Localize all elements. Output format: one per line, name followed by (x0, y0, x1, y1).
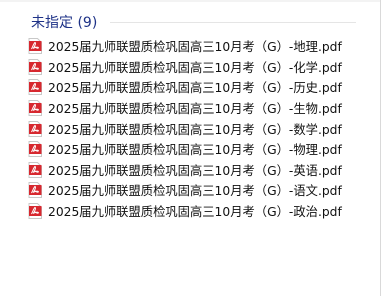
group-header-unassigned[interactable]: 未指定 (9) (31, 11, 97, 33)
pdf-file-icon (28, 120, 42, 137)
group-title: 未指定 (9) (31, 15, 98, 31)
file-name: 2025届九师联盟质检巩固高三10月考（G）-数学.pdf (48, 122, 342, 137)
file-list: 2025届九师联盟质检巩固高三10月考（G）-地理.pdf 2025届九师联盟质… (28, 36, 348, 221)
file-name: 2025届九师联盟质检巩固高三10月考（G）-历史.pdf (48, 81, 342, 96)
window-top-edge (0, 0, 380, 2)
file-item[interactable]: 2025届九师联盟质检巩固高三10月考（G）-数学.pdf (28, 118, 348, 139)
file-name: 2025届九师联盟质检巩固高三10月考（G）-地理.pdf (48, 40, 342, 55)
pdf-file-icon (28, 58, 42, 75)
file-name: 2025届九师联盟质检巩固高三10月考（G）-英语.pdf (48, 163, 342, 178)
pdf-file-icon (28, 161, 42, 178)
file-name: 2025届九师联盟质检巩固高三10月考（G）-化学.pdf (48, 60, 342, 75)
file-item[interactable]: 2025届九师联盟质检巩固高三10月考（G）-生物.pdf (28, 98, 348, 119)
file-item[interactable]: 2025届九师联盟质检巩固高三10月考（G）-政治.pdf (28, 201, 348, 222)
file-item[interactable]: 2025届九师联盟质检巩固高三10月考（G）-语文.pdf (28, 180, 348, 201)
pdf-file-icon (28, 100, 42, 117)
group-divider (110, 22, 356, 23)
pdf-file-icon (28, 38, 42, 55)
file-item[interactable]: 2025届九师联盟质检巩固高三10月考（G）-历史.pdf (28, 77, 348, 98)
file-item[interactable]: 2025届九师联盟质检巩固高三10月考（G）-化学.pdf (28, 57, 348, 78)
file-name: 2025届九师联盟质检巩固高三10月考（G）-语文.pdf (48, 184, 342, 199)
file-name: 2025届九师联盟质检巩固高三10月考（G）-物理.pdf (48, 143, 342, 158)
file-name: 2025届九师联盟质检巩固高三10月考（G）-政治.pdf (48, 205, 342, 220)
file-item[interactable]: 2025届九师联盟质检巩固高三10月考（G）-英语.pdf (28, 160, 348, 181)
pdf-file-icon (28, 141, 42, 158)
window-right-edge (380, 0, 386, 296)
pdf-file-icon (28, 203, 42, 220)
file-item[interactable]: 2025届九师联盟质检巩固高三10月考（G）-物理.pdf (28, 139, 348, 160)
pdf-file-icon (28, 182, 42, 199)
file-name: 2025届九师联盟质检巩固高三10月考（G）-生物.pdf (48, 102, 342, 117)
pdf-file-icon (28, 79, 42, 96)
file-item[interactable]: 2025届九师联盟质检巩固高三10月考（G）-地理.pdf (28, 36, 348, 57)
